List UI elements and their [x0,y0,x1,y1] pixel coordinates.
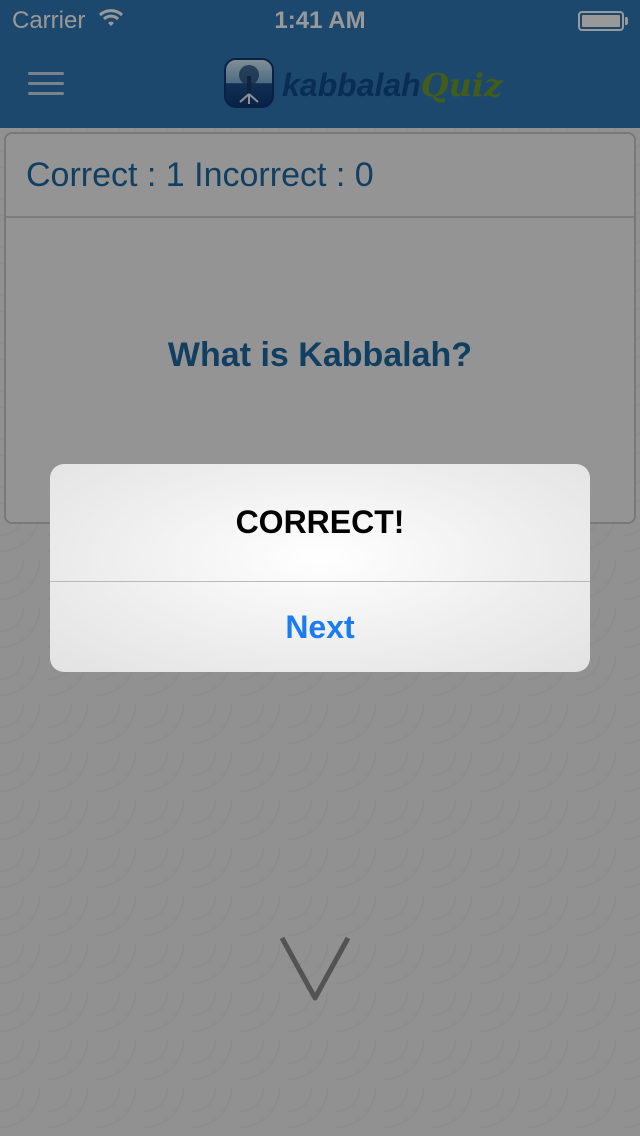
result-alert-dialog: CORRECT! Next [50,464,590,672]
next-button[interactable]: Next [50,582,590,672]
alert-title: CORRECT! [235,504,405,540]
